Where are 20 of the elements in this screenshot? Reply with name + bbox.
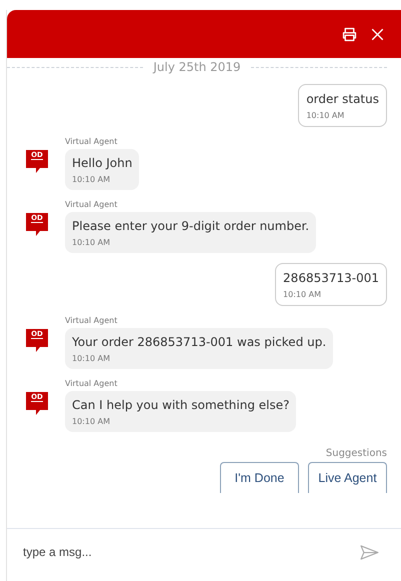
sender-name: Virtual Agent bbox=[65, 379, 118, 388]
message-time: 10:10 AM bbox=[72, 354, 111, 363]
message-time: 10:10 AM bbox=[283, 290, 322, 299]
sender-name: Virtual Agent bbox=[65, 137, 118, 146]
message-text: Please enter your 9-digit order number. bbox=[72, 219, 310, 233]
suggestions-label: Suggestions bbox=[326, 448, 387, 459]
message-text: order status bbox=[306, 92, 379, 106]
message-time: 10:10 AM bbox=[72, 175, 111, 184]
message-time: 10:10 AM bbox=[306, 111, 346, 120]
sender-name: Virtual Agent bbox=[65, 200, 118, 209]
suggestion-button[interactable]: Live Agent bbox=[308, 462, 387, 493]
message-text: Hello John bbox=[72, 156, 132, 170]
message-time: 10:10 AM bbox=[72, 417, 111, 426]
message-text: 286853713-001 bbox=[283, 271, 379, 285]
date-label: July 25th 2019 bbox=[153, 60, 241, 74]
suggestion-button[interactable]: I'm Done bbox=[220, 462, 299, 493]
message-time: 10:10 AM bbox=[72, 238, 111, 247]
message-text: Your order 286853713-001 was picked up. bbox=[72, 335, 326, 349]
message-text: Can I help you with something else? bbox=[72, 398, 290, 412]
sender-name: Virtual Agent bbox=[65, 316, 118, 325]
